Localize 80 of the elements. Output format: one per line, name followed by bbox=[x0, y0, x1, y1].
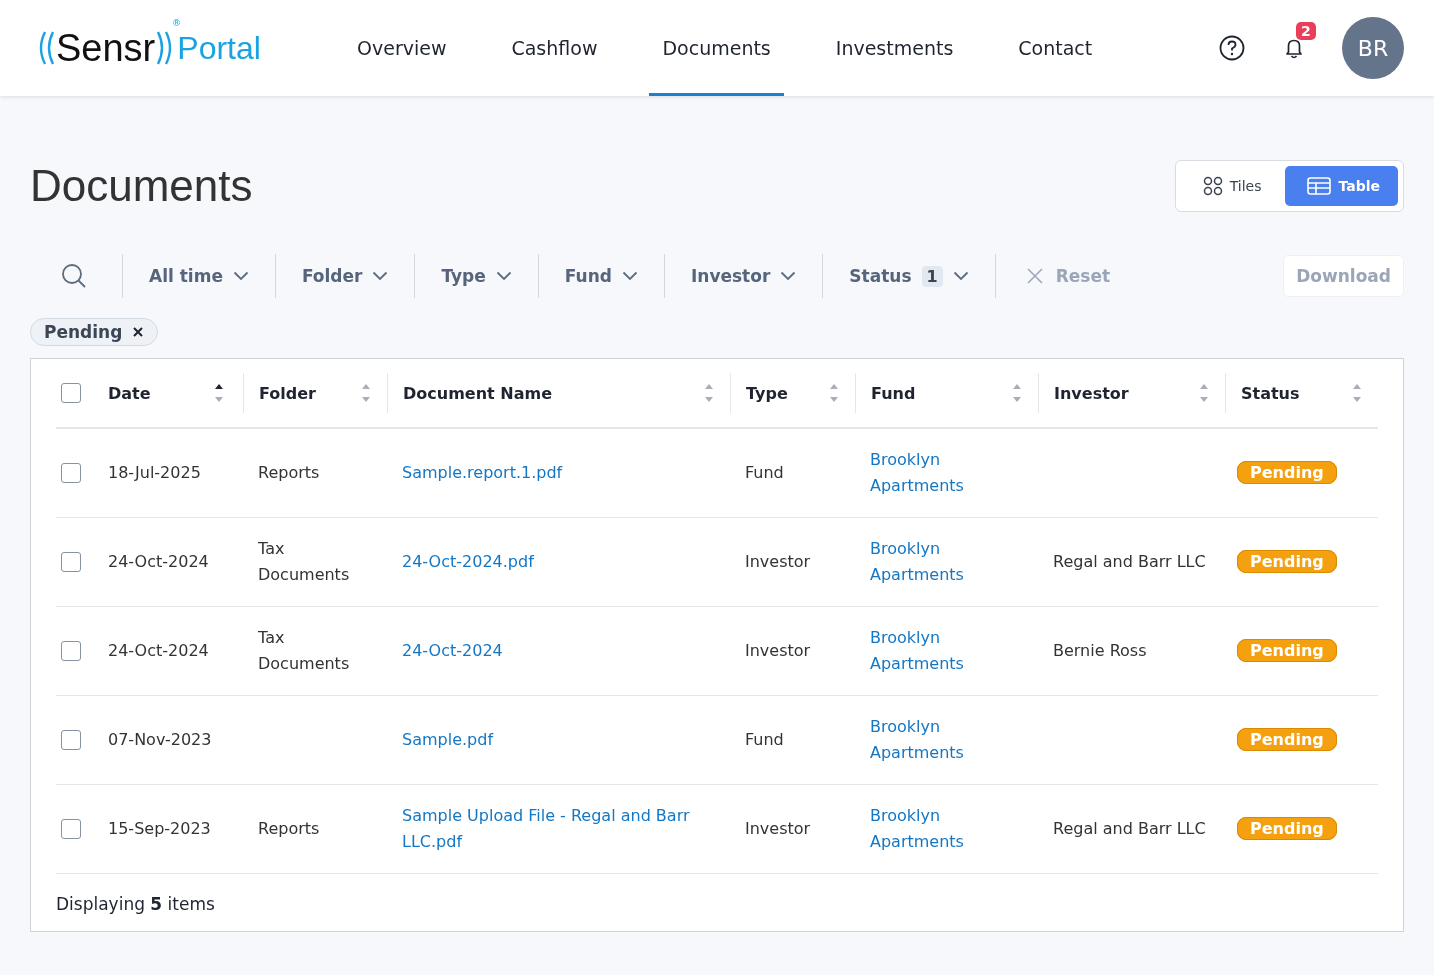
column-header[interactable]: Document Name bbox=[403, 383, 552, 403]
filter-dropdown[interactable]: Folder bbox=[275, 266, 415, 286]
logo-brand-text: Sensr bbox=[56, 26, 156, 70]
document-link[interactable]: 24-Oct-2024.pdf bbox=[402, 549, 715, 575]
view-button[interactable]: Table bbox=[1285, 166, 1398, 206]
column-header[interactable]: Status bbox=[1241, 383, 1300, 403]
status-badge: Pending bbox=[1237, 639, 1337, 662]
date-cell: 15-Sep-2023 bbox=[108, 819, 211, 838]
filter-dropdown[interactable]: All time bbox=[123, 266, 275, 286]
folder-cell-text: Reports bbox=[258, 462, 321, 484]
nav-tab[interactable]: Documents bbox=[649, 0, 784, 96]
column-header[interactable]: Type bbox=[746, 383, 788, 403]
document-link[interactable]: Sample.report.1.pdf bbox=[402, 460, 715, 486]
chip-label: Pending bbox=[44, 322, 123, 342]
help-icon[interactable] bbox=[1218, 34, 1246, 62]
column-header[interactable]: Investor bbox=[1054, 383, 1129, 403]
status-badge: Pending bbox=[1237, 728, 1337, 751]
date-cell: 24-Oct-2024 bbox=[108, 641, 209, 660]
notification-count: 2 bbox=[1296, 22, 1316, 40]
table-icon bbox=[1307, 177, 1332, 195]
nav-tab[interactable]: Contact bbox=[1005, 0, 1106, 96]
fund-link[interactable]: Brooklyn Apartments bbox=[870, 447, 980, 499]
row-checkbox[interactable] bbox=[61, 819, 81, 839]
document-link[interactable]: 24-Oct-2024 bbox=[402, 638, 715, 664]
type-cell: Fund bbox=[745, 463, 784, 482]
type-cell: Investor bbox=[745, 819, 811, 838]
chevron-down-icon bbox=[495, 271, 512, 281]
investor-cell: Bernie Ross bbox=[1053, 641, 1147, 660]
select-all-checkbox[interactable] bbox=[61, 383, 81, 403]
status-badge: Pending bbox=[1237, 461, 1337, 484]
filter-dropdown[interactable]: Type bbox=[415, 266, 538, 286]
page-title: Documents bbox=[30, 161, 253, 211]
chevron-down-icon bbox=[621, 271, 638, 281]
nav-tab[interactable]: Cashflow bbox=[498, 0, 611, 96]
fund-link[interactable]: Brooklyn Apartments bbox=[870, 625, 980, 677]
logo-product-text: Portal bbox=[177, 29, 261, 67]
close-icon bbox=[1025, 267, 1044, 285]
column-header[interactable]: Fund bbox=[871, 383, 916, 403]
item-count: Displaying 5 items bbox=[56, 893, 216, 916]
folder-cell-text: Tax Documents bbox=[258, 627, 351, 675]
type-cell: Fund bbox=[745, 730, 784, 749]
filter-count: 1 bbox=[921, 265, 943, 287]
type-cell: Investor bbox=[745, 641, 811, 660]
folder-cell-text: Reports bbox=[258, 818, 321, 840]
fund-link[interactable]: Brooklyn Apartments bbox=[870, 803, 980, 855]
status-badge: Pending bbox=[1237, 817, 1337, 840]
chevron-down-icon bbox=[780, 271, 797, 281]
date-cell: 24-Oct-2024 bbox=[108, 552, 209, 571]
view-button[interactable]: Tiles bbox=[1180, 166, 1280, 206]
folder-cell-text: Tax Documents bbox=[258, 538, 351, 586]
search-icon[interactable] bbox=[60, 262, 88, 290]
close-icon[interactable] bbox=[132, 326, 145, 338]
date-cell: 18-Jul-2025 bbox=[108, 463, 201, 482]
row-checkbox[interactable] bbox=[61, 463, 81, 483]
grid-icon bbox=[1202, 176, 1223, 196]
date-cell: 07-Nov-2023 bbox=[108, 730, 212, 749]
column-header[interactable]: Date bbox=[108, 383, 151, 403]
fund-link[interactable]: Brooklyn Apartments bbox=[870, 714, 980, 766]
chevron-down-icon bbox=[372, 271, 389, 281]
nav-tab[interactable]: Overview bbox=[344, 0, 460, 96]
filter-dropdown[interactable]: Fund bbox=[538, 266, 664, 286]
column-header[interactable]: Folder bbox=[259, 383, 316, 403]
row-checkbox[interactable] bbox=[61, 730, 81, 750]
logo[interactable]: Sensr ® Portal bbox=[36, 0, 286, 96]
chevron-down-icon bbox=[952, 271, 969, 281]
nav-tab[interactable]: Investments bbox=[822, 0, 967, 96]
registered-mark: ® bbox=[172, 18, 181, 28]
row-checkbox[interactable] bbox=[61, 641, 81, 661]
chevron-down-icon bbox=[232, 271, 249, 281]
investor-cell: Regal and Barr LLC bbox=[1053, 552, 1206, 571]
document-link[interactable]: Sample Upload File - Regal and Barr LLC.pdf bbox=[402, 803, 715, 855]
investor-cell: Regal and Barr LLC bbox=[1053, 819, 1206, 838]
row-checkbox[interactable] bbox=[61, 552, 81, 572]
type-cell: Investor bbox=[745, 552, 811, 571]
user-avatar[interactable]: BR bbox=[1342, 17, 1404, 79]
status-badge: Pending bbox=[1237, 550, 1337, 573]
filter-dropdown[interactable]: Status 1 bbox=[823, 265, 995, 287]
document-link[interactable]: Sample.pdf bbox=[402, 727, 715, 753]
fund-link[interactable]: Brooklyn Apartments bbox=[870, 536, 980, 588]
filter-dropdown[interactable]: Investor bbox=[664, 266, 823, 286]
